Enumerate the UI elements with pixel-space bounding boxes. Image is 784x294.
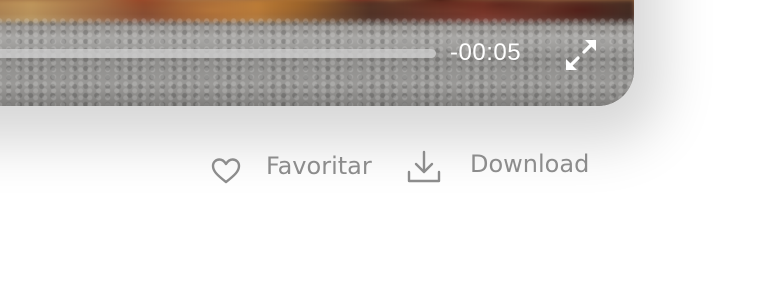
video-frame-texture [0,18,634,106]
favorite-button[interactable] [210,156,242,186]
page: -00:05 Favoritar Download [0,0,784,294]
download-label[interactable]: Download [470,150,589,178]
heart-outline-icon [211,158,241,184]
fullscreen-button[interactable] [563,37,599,73]
time-remaining: -00:05 [450,39,522,66]
download-button[interactable] [406,150,442,184]
progress-bar[interactable] [0,49,436,58]
favorite-label[interactable]: Favoritar [266,152,372,180]
video-player[interactable]: -00:05 [0,0,634,106]
download-tray-icon [407,150,441,183]
expand-arrows-icon [566,40,596,70]
